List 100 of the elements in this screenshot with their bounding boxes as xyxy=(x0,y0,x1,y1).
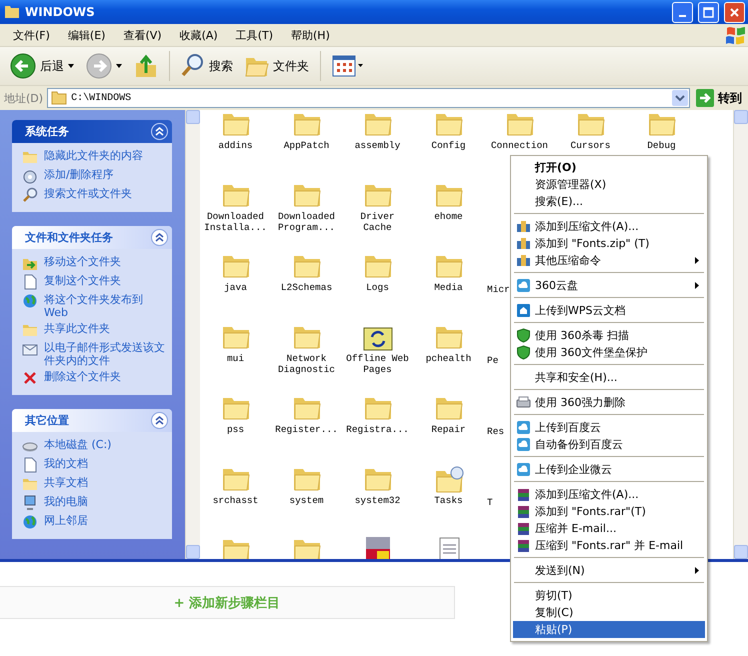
cloud-icon xyxy=(516,420,531,435)
task-link[interactable]: 我的电脑 xyxy=(44,495,88,508)
task-link[interactable]: 以电子邮件形式发送该文件夹内的文件 xyxy=(44,341,166,367)
file-item[interactable]: system xyxy=(271,465,342,536)
back-button[interactable]: 后退 xyxy=(6,51,78,81)
menu-item[interactable]: 搜索(E)... xyxy=(513,193,705,210)
file-item[interactable]: Pe xyxy=(484,323,513,394)
file-item[interactable]: AppPatch xyxy=(271,110,342,181)
file-item[interactable]: Config xyxy=(413,110,484,181)
menu-item[interactable]: 工具(T) xyxy=(226,28,282,42)
dropdown-icon[interactable] xyxy=(672,90,688,106)
file-item[interactable]: Tasks xyxy=(413,465,484,536)
menu-item[interactable]: 使用 360强力删除 xyxy=(513,394,705,411)
shield-icon xyxy=(516,345,531,360)
scrollbar[interactable] xyxy=(185,110,200,559)
maximize-button[interactable] xyxy=(698,2,719,22)
menu-item[interactable]: 编辑(E) xyxy=(58,28,114,42)
menu-item[interactable]: 上传到WPS云文档 xyxy=(513,302,705,319)
file-item[interactable]: Registra... xyxy=(342,394,413,465)
file-item[interactable]: system32 xyxy=(342,465,413,536)
menu-item[interactable]: 添加到压缩文件(A)... xyxy=(513,486,705,503)
file-item[interactable]: srchasst xyxy=(200,465,271,536)
minimize-button[interactable] xyxy=(672,2,693,22)
task-link[interactable]: 网上邻居 xyxy=(44,514,88,527)
file-item[interactable]: ehome xyxy=(413,181,484,252)
file-item[interactable]: java xyxy=(200,252,271,323)
task-link[interactable]: 我的文档 xyxy=(44,457,88,470)
menu-item[interactable]: 添加到压缩文件(A)... xyxy=(513,218,705,235)
task-link[interactable]: 将这个文件夹发布到 Web xyxy=(44,293,166,319)
cloud-icon xyxy=(516,437,531,452)
menu-item[interactable]: 粘贴(P) xyxy=(513,621,705,638)
file-item[interactable]: Repair xyxy=(413,394,484,465)
menu-item[interactable]: 发送到(N) xyxy=(513,562,705,579)
menu-item[interactable]: 上传到企业微云 xyxy=(513,461,705,478)
search-button[interactable]: 搜索 xyxy=(177,51,237,81)
menu-item[interactable]: 剪切(T) xyxy=(513,587,705,604)
menu-item[interactable]: 上传到百度云 xyxy=(513,419,705,436)
minimize-icon xyxy=(679,14,686,16)
stacked-books-icon xyxy=(516,487,531,502)
file-item[interactable]: pss xyxy=(200,394,271,465)
file-item[interactable]: addins xyxy=(200,110,271,181)
file-item[interactable]: Micr xyxy=(484,252,513,323)
scrollbar[interactable] xyxy=(733,110,748,559)
file-item[interactable]: Res xyxy=(484,394,513,465)
menu-item[interactable]: 360云盘 xyxy=(513,277,705,294)
go-button[interactable]: 转到 xyxy=(694,89,744,107)
file-item[interactable]: Logs xyxy=(342,252,413,323)
menu-item[interactable]: 压缩并 E-mail... xyxy=(513,520,705,537)
shield-icon xyxy=(516,328,531,343)
menu-item[interactable]: 其他压缩命令 xyxy=(513,252,705,269)
menu-item[interactable]: 添加到 "Fonts.rar"(T) xyxy=(513,503,705,520)
file-item[interactable]: Register... xyxy=(271,394,342,465)
task-link[interactable]: 共享文档 xyxy=(44,476,88,489)
menu-item[interactable]: 添加到 "Fonts.zip" (T) xyxy=(513,235,705,252)
menu-item[interactable]: 共享和安全(H)... xyxy=(513,369,705,386)
close-button[interactable] xyxy=(724,2,745,22)
file-item[interactable]: T xyxy=(484,465,513,536)
file-item[interactable]: Network Diagnostic xyxy=(271,323,342,394)
archive-icon xyxy=(516,253,531,268)
menu-item[interactable]: 使用 360杀毒 扫描 xyxy=(513,327,705,344)
collapse-button[interactable] xyxy=(151,412,168,429)
file-item[interactable]: Downloaded Installa... xyxy=(200,181,271,252)
menu-item[interactable]: 帮助(H) xyxy=(282,28,339,42)
menu-item[interactable]: 自动备份到百度云 xyxy=(513,436,705,453)
collapse-button[interactable] xyxy=(151,123,168,140)
task-link[interactable]: 移动这个文件夹 xyxy=(44,255,121,268)
close-icon xyxy=(729,6,740,18)
menu-item[interactable]: 查看(V) xyxy=(114,28,171,42)
search-icon xyxy=(181,53,205,79)
menu-item[interactable]: 复制(C) xyxy=(513,604,705,621)
menu-item[interactable]: 收藏(A) xyxy=(170,28,227,42)
file-item[interactable]: assembly xyxy=(342,110,413,181)
task-link[interactable]: 共享此文件夹 xyxy=(44,322,110,335)
menu-item[interactable]: 文件(F) xyxy=(4,28,59,42)
folders-button[interactable]: 文件夹 xyxy=(241,53,313,79)
task-link[interactable]: 复制这个文件夹 xyxy=(44,274,121,287)
file-item[interactable]: Downloaded Program... xyxy=(271,181,342,252)
flag-logo-icon xyxy=(724,25,748,45)
task-link[interactable]: 添加/删除程序 xyxy=(44,168,114,181)
menu-item[interactable]: 使用 360文件堡垒保护 xyxy=(513,344,705,361)
collapse-button[interactable] xyxy=(151,229,168,246)
cloud-icon xyxy=(516,462,531,477)
panel-title: 系统任务 xyxy=(25,124,69,139)
task-link[interactable]: 隐藏此文件夹的内容 xyxy=(44,149,143,162)
file-item[interactable]: pchealth xyxy=(413,323,484,394)
folder-icon xyxy=(245,55,269,77)
task-link[interactable]: 搜索文件或文件夹 xyxy=(44,187,132,200)
file-item[interactable]: L2Schemas xyxy=(271,252,342,323)
file-item[interactable]: Media xyxy=(413,252,484,323)
task-link[interactable]: 本地磁盘 (C:) xyxy=(44,438,112,451)
monitor-icon xyxy=(22,495,38,511)
task-link[interactable]: 删除这个文件夹 xyxy=(44,370,121,383)
home-icon xyxy=(516,303,531,318)
file-item[interactable]: Driver Cache xyxy=(342,181,413,252)
file-item[interactable]: mui xyxy=(200,323,271,394)
menu-item[interactable]: 压缩到 "Fonts.rar" 并 E-mail xyxy=(513,537,705,554)
disc-icon xyxy=(22,168,38,184)
globe-icon xyxy=(22,514,38,530)
file-item[interactable]: Offline Web Pages xyxy=(342,323,413,394)
address-field[interactable]: C:\WINDOWS xyxy=(47,88,690,108)
